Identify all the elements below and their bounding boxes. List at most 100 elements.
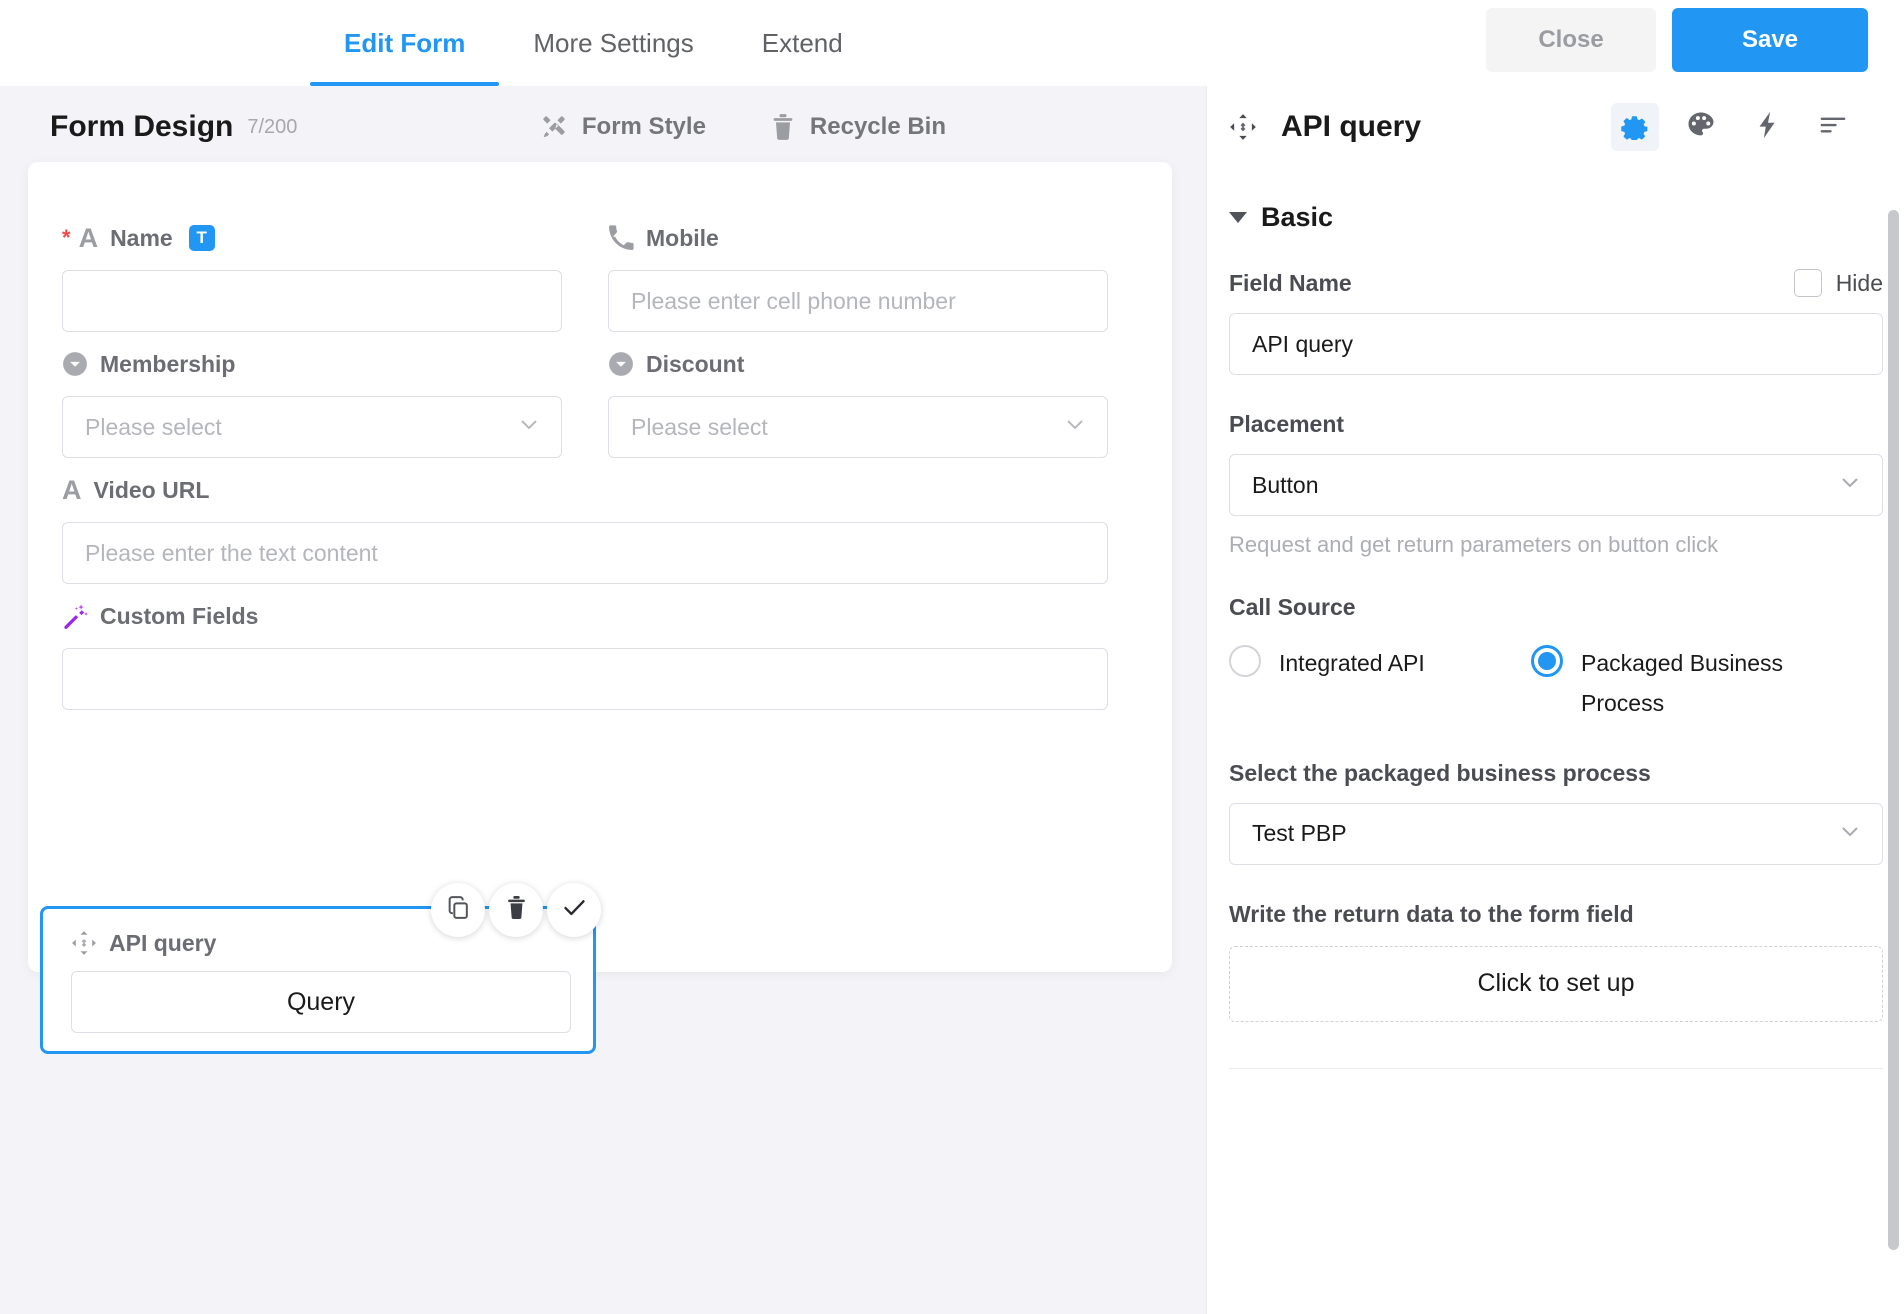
form-style-label: Form Style [581,113,706,140]
radio-integrated-api[interactable]: Integrated API [1229,643,1531,724]
properties-toolbar [1611,103,1857,151]
chevron-down-icon [517,412,541,442]
check-icon [561,894,588,926]
membership-select-value: Please select [85,413,222,440]
discount-select[interactable]: Please select [608,396,1108,458]
main-split: Form Design 7/200 Form Style Recycle Bin… [0,86,1904,1314]
radio-packaged-business-process[interactable]: Packaged Business Process [1531,643,1811,724]
form-field-discount[interactable]: Discount Please select [608,348,1108,458]
tab-settings-gear[interactable] [1611,103,1659,151]
page-title: Form Design [50,110,234,143]
align-left-icon [1818,110,1848,145]
hide-checkbox[interactable] [1793,269,1822,297]
properties-header: API query [1207,86,1904,168]
name-input[interactable] [62,270,562,332]
placement-hint: Request and get return parameters on but… [1229,532,1719,557]
placement-label: Placement [1229,411,1345,437]
chevron-down-icon [1229,212,1247,223]
properties-title: API query [1281,110,1422,143]
tab-more-settings[interactable]: More Settings [499,0,727,86]
packaged-process-select[interactable]: Test PBP [1229,802,1883,865]
field-name-input[interactable] [1229,313,1883,375]
delete-field-button[interactable] [489,883,543,937]
field-label-text: Membership [100,350,236,377]
field-label-text: Name [110,224,173,251]
dropdown-circle-icon [62,351,88,377]
move-arrows-icon [71,930,97,956]
chevron-down-icon [1838,470,1862,500]
field-label-mobile: Mobile [608,222,1108,254]
trash-icon [770,113,796,141]
text-A-icon: A [78,222,99,253]
tab-layout-align[interactable] [1809,103,1857,151]
group-field-name: Field Name Hide [1229,269,1883,375]
placement-select[interactable]: Button [1229,454,1883,516]
form-canvas: * A Name T Mobile Please enter cell phon… [28,162,1172,972]
save-button[interactable]: Save [1672,8,1868,72]
field-label-text: API query [109,929,217,956]
close-button[interactable]: Close [1486,8,1656,72]
form-design-header: Form Design 7/200 Form Style Recycle Bin [0,86,1206,168]
copy-field-button[interactable] [431,883,485,937]
section-basic-label: Basic [1261,202,1334,232]
field-label-name: * A Name T [62,222,562,254]
section-divider [1229,1067,1883,1069]
form-field-api-query-selected[interactable]: API query Query [40,883,601,1054]
topbar-actions: Close Save [1486,8,1868,72]
hide-checkbox-wrapper[interactable]: Hide [1793,269,1883,297]
palette-icon [1686,110,1716,145]
field-count: 7/200 [247,115,298,138]
tab-extend[interactable]: Extend [728,0,877,86]
form-field-name[interactable]: * A Name T [62,222,562,332]
field-label-text: Custom Fields [100,602,259,629]
custom-fields-input[interactable] [62,648,1108,710]
click-to-set-up-button[interactable]: Click to set up [1229,945,1883,1022]
properties-scrollbar[interactable] [1888,210,1899,1250]
radio-circle-selected-icon[interactable] [1531,645,1563,677]
tab-bar: Edit Form More Settings Extend [310,0,877,86]
field-label-discount: Discount [608,348,1108,380]
magic-wand-icon [62,603,88,629]
copy-icon [446,895,471,925]
form-field-video-url[interactable]: A Video URL [62,474,1108,584]
chevron-down-icon [1063,412,1087,442]
field-label-text: Mobile [646,224,719,251]
form-field-membership[interactable]: Membership Please select [62,348,562,458]
mobile-input[interactable] [608,270,1108,332]
tab-edit-form[interactable]: Edit Form [310,0,500,86]
text-type-badge: T [188,225,215,251]
confirm-field-button[interactable] [547,883,601,937]
return-data-label: Write the return data to the form field [1229,900,1634,927]
gear-icon [1620,110,1650,145]
chevron-down-icon [1838,819,1862,849]
membership-select[interactable]: Please select [62,396,562,458]
radio-circle-icon[interactable] [1229,645,1261,677]
field-label-custom-fields: Custom Fields [62,600,1108,632]
recycle-bin-label: Recycle Bin [809,113,946,140]
lightning-icon [1752,110,1782,145]
field-label-text: Discount [646,350,745,377]
field-label-video-url: A Video URL [62,474,1108,506]
field-action-toolbar [431,883,601,937]
section-basic[interactable]: Basic [1229,202,1883,233]
video-url-input[interactable] [62,522,1108,584]
tab-appearance-palette[interactable] [1677,103,1725,151]
form-style-button[interactable]: Form Style [540,113,706,141]
text-A-icon: A [62,474,82,505]
group-placement: Placement Button Request and get return … [1229,411,1883,558]
field-name-label: Field Name [1229,269,1352,296]
trash-icon [505,895,528,925]
properties-body: Basic Field Name Hide Placement Button [1207,168,1904,1314]
discount-select-value: Please select [631,413,768,440]
query-button[interactable]: Query [71,971,571,1033]
hide-label: Hide [1835,269,1883,296]
group-call-source: Call Source Integrated API Packaged Busi… [1229,594,1883,724]
form-field-mobile[interactable]: Mobile [608,222,1108,332]
dropdown-circle-icon [608,351,634,377]
recycle-bin-button[interactable]: Recycle Bin [770,113,946,141]
required-asterisk: * [62,225,71,250]
tab-events-lightning[interactable] [1743,103,1791,151]
radio-integrated-api-label: Integrated API [1279,650,1425,676]
radio-packaged-business-process-label: Packaged Business Process [1581,650,1784,717]
form-field-custom-fields[interactable]: Custom Fields [62,600,1108,710]
